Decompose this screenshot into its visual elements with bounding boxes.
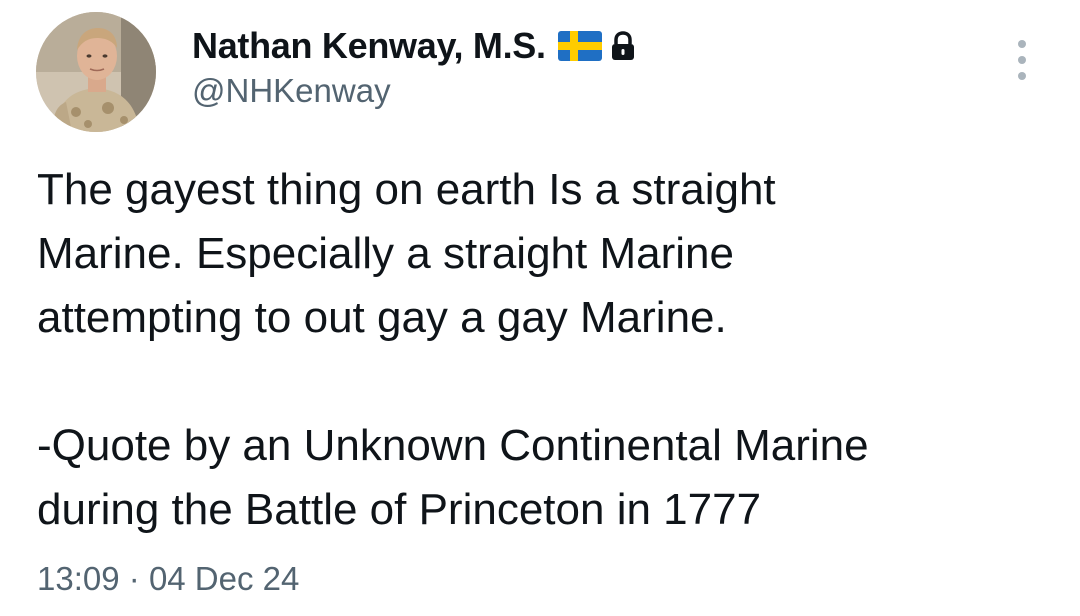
sweden-flag-icon	[557, 31, 602, 61]
more-options-button[interactable]	[1010, 40, 1034, 80]
avatar[interactable]	[36, 12, 156, 132]
tweet-date: 04 Dec 24	[148, 560, 300, 597]
user-avatar-icon	[36, 12, 156, 132]
timestamp[interactable]: 13:09 · 04 Dec 24	[37, 560, 299, 598]
timestamp-separator: ·	[128, 560, 140, 597]
more-vertical-icon	[1018, 40, 1026, 48]
display-name[interactable]: Nathan Kenway, M.S.	[192, 25, 546, 67]
more-vertical-icon-dot	[1018, 56, 1026, 64]
lock-icon	[610, 31, 636, 61]
tweet-text: The gayest thing on earth Is a straight …	[37, 165, 869, 534]
tweet-time: 13:09	[37, 560, 120, 597]
more-vertical-icon-dot	[1018, 72, 1026, 80]
tweet-card: Nathan Kenway, M.S. @NHKenway The gayest…	[0, 0, 1080, 616]
user-handle[interactable]: @NHKenway	[192, 72, 391, 110]
author-name-row: Nathan Kenway, M.S.	[192, 24, 636, 68]
